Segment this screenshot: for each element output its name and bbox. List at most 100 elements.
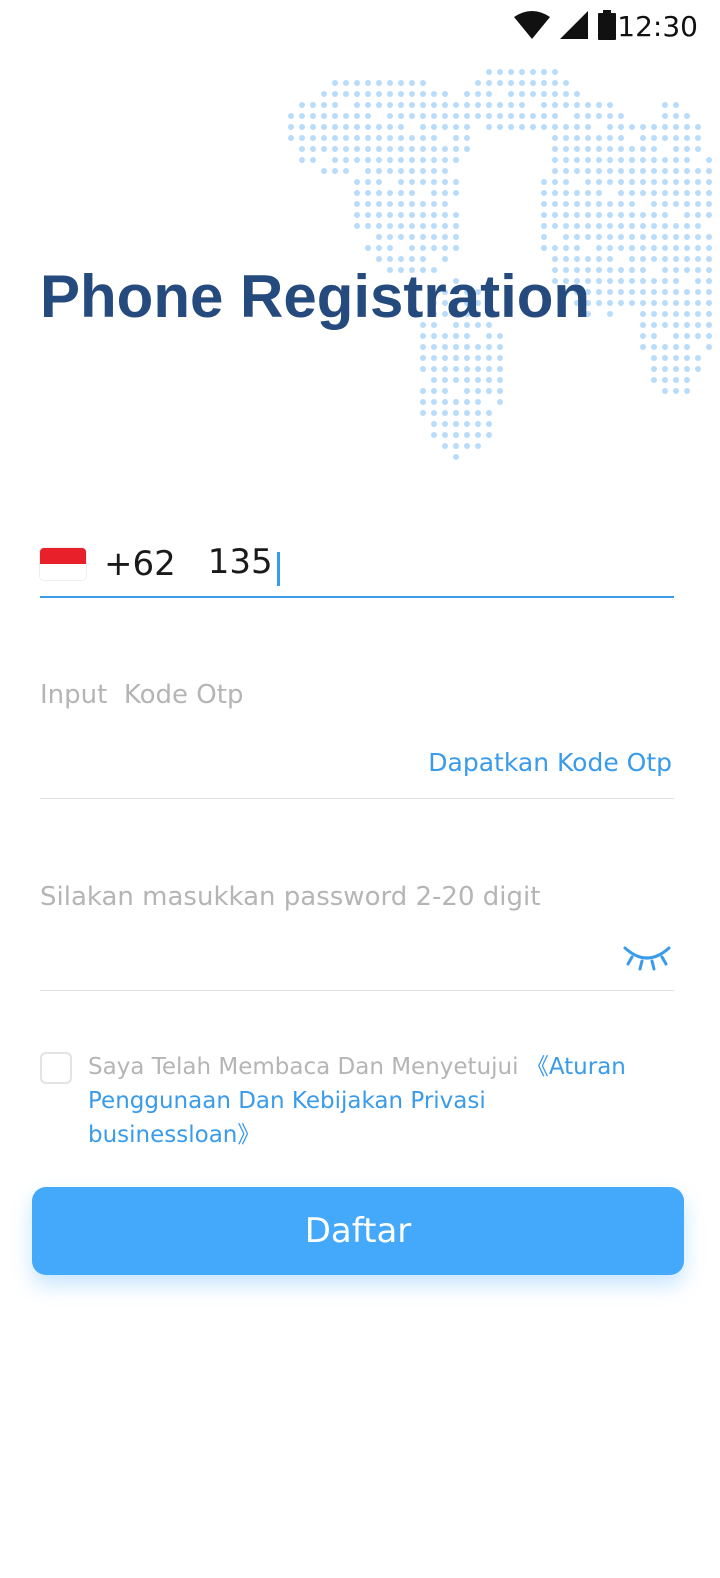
map-dot bbox=[596, 234, 602, 240]
map-dot bbox=[563, 157, 569, 163]
map-dot bbox=[684, 157, 690, 163]
map-dot bbox=[673, 113, 679, 119]
map-dot bbox=[486, 377, 492, 383]
map-dot bbox=[365, 113, 371, 119]
otp-field[interactable]: Input Kode Otp Dapatkan Kode Otp bbox=[40, 672, 674, 799]
map-dot bbox=[464, 135, 470, 141]
map-dot bbox=[640, 146, 646, 152]
map-dot bbox=[442, 377, 448, 383]
map-dot bbox=[398, 190, 404, 196]
map-dot bbox=[662, 322, 668, 328]
map-dot bbox=[673, 256, 679, 262]
map-dot bbox=[651, 344, 657, 350]
map-dot bbox=[519, 80, 525, 86]
map-dot bbox=[464, 355, 470, 361]
map-dot bbox=[629, 201, 635, 207]
map-dot bbox=[563, 135, 569, 141]
map-dot bbox=[640, 311, 646, 317]
map-dot bbox=[398, 168, 404, 174]
map-dot bbox=[420, 333, 426, 339]
map-dot bbox=[574, 168, 580, 174]
map-dot bbox=[431, 157, 437, 163]
map-dot bbox=[431, 179, 437, 185]
map-dot bbox=[651, 278, 657, 284]
get-otp-link[interactable]: Dapatkan Kode Otp bbox=[428, 748, 672, 777]
map-dot bbox=[497, 113, 503, 119]
map-dot bbox=[684, 355, 690, 361]
map-dot bbox=[552, 69, 558, 75]
map-dot bbox=[431, 102, 437, 108]
map-dot bbox=[420, 355, 426, 361]
map-dot bbox=[453, 234, 459, 240]
map-dot bbox=[585, 179, 591, 185]
map-dot bbox=[453, 399, 459, 405]
map-dot bbox=[453, 355, 459, 361]
map-dot bbox=[442, 124, 448, 130]
country-code[interactable]: +62 bbox=[104, 544, 176, 584]
map-dot bbox=[409, 91, 415, 97]
map-dot bbox=[673, 245, 679, 251]
map-dot bbox=[387, 223, 393, 229]
map-dot bbox=[618, 234, 624, 240]
map-dot bbox=[618, 212, 624, 218]
map-dot bbox=[288, 113, 294, 119]
map-dot bbox=[398, 234, 404, 240]
map-dot bbox=[684, 212, 690, 218]
map-dot bbox=[640, 135, 646, 141]
map-dot bbox=[453, 245, 459, 251]
phone-input[interactable]: 135 bbox=[208, 542, 280, 586]
map-dot bbox=[596, 190, 602, 196]
status-time: 12:30 bbox=[617, 10, 698, 43]
map-dot bbox=[629, 146, 635, 152]
map-dot bbox=[574, 146, 580, 152]
map-dot bbox=[662, 366, 668, 372]
map-dot bbox=[574, 234, 580, 240]
map-dot bbox=[684, 135, 690, 141]
map-dot bbox=[420, 113, 426, 119]
agreement-checkbox[interactable] bbox=[40, 1052, 72, 1084]
map-dot bbox=[376, 245, 382, 251]
indonesia-flag-icon[interactable] bbox=[40, 548, 86, 580]
map-dot bbox=[673, 344, 679, 350]
phone-input-row[interactable]: +62 135 bbox=[40, 532, 674, 598]
map-dot bbox=[376, 212, 382, 218]
map-dot bbox=[321, 102, 327, 108]
map-dot bbox=[552, 102, 558, 108]
map-dot bbox=[420, 157, 426, 163]
map-dot bbox=[651, 311, 657, 317]
map-dot bbox=[431, 91, 437, 97]
map-dot bbox=[662, 256, 668, 262]
map-dot bbox=[629, 157, 635, 163]
map-dot bbox=[618, 157, 624, 163]
map-dot bbox=[376, 80, 382, 86]
map-dot bbox=[695, 278, 701, 284]
map-dot bbox=[453, 190, 459, 196]
map-dot bbox=[497, 377, 503, 383]
register-button[interactable]: Daftar bbox=[32, 1187, 684, 1275]
map-dot bbox=[563, 223, 569, 229]
map-dot bbox=[442, 157, 448, 163]
map-dot bbox=[541, 223, 547, 229]
map-dot bbox=[673, 311, 679, 317]
map-dot bbox=[684, 234, 690, 240]
map-dot bbox=[442, 443, 448, 449]
map-dot bbox=[563, 212, 569, 218]
map-dot bbox=[629, 212, 635, 218]
map-dot bbox=[398, 157, 404, 163]
map-dot bbox=[409, 190, 415, 196]
map-dot bbox=[640, 256, 646, 262]
map-dot bbox=[662, 223, 668, 229]
password-field[interactable]: Silakan masukkan password 2-20 digit bbox=[40, 876, 674, 991]
map-dot bbox=[673, 333, 679, 339]
map-dot bbox=[519, 91, 525, 97]
map-dot bbox=[563, 179, 569, 185]
map-dot bbox=[497, 399, 503, 405]
map-dot bbox=[486, 102, 492, 108]
map-dot bbox=[574, 157, 580, 163]
map-dot bbox=[475, 344, 481, 350]
map-dot bbox=[431, 223, 437, 229]
map-dot bbox=[508, 124, 514, 130]
map-dot bbox=[629, 278, 635, 284]
map-dot bbox=[684, 245, 690, 251]
eye-closed-icon[interactable] bbox=[622, 942, 672, 972]
